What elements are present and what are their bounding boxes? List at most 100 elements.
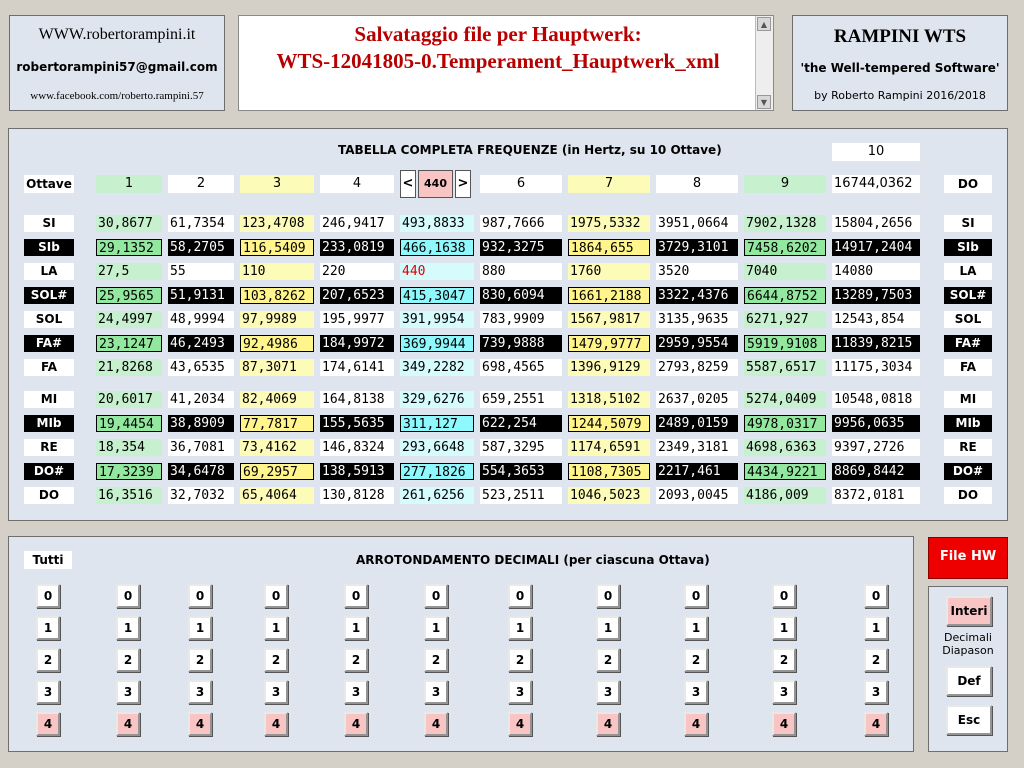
rounding-button-col6-level-4[interactable]: 4 xyxy=(424,712,448,736)
rounding-button-col11-level-0[interactable]: 0 xyxy=(864,584,888,608)
rounding-button-col1-level-4[interactable]: 4 xyxy=(36,712,60,736)
frequency-cell: 195,9977 xyxy=(320,311,394,328)
tutti-label[interactable]: Tutti xyxy=(24,551,72,569)
rounding-button-col9-level-1[interactable]: 1 xyxy=(684,616,708,640)
frequency-cell: 2217,461 xyxy=(656,463,738,480)
rounding-button-col11-level-3[interactable]: 3 xyxy=(864,680,888,704)
rounding-button-col8-level-0[interactable]: 0 xyxy=(596,584,620,608)
frequency-cell: 14080 xyxy=(832,263,920,280)
rounding-button-col10-level-1[interactable]: 1 xyxy=(772,616,796,640)
rounding-button-col2-level-3[interactable]: 3 xyxy=(116,680,140,704)
frequency-cell: 1244,5079 xyxy=(568,415,650,432)
rounding-button-col8-level-3[interactable]: 3 xyxy=(596,680,620,704)
rounding-button-col5-level-0[interactable]: 0 xyxy=(344,584,368,608)
rounding-button-col6-level-0[interactable]: 0 xyxy=(424,584,448,608)
rounding-button-col2-level-4[interactable]: 4 xyxy=(116,712,140,736)
rounding-button-col9-level-3[interactable]: 3 xyxy=(684,680,708,704)
scroll-down-arrow-icon[interactable]: ▼ xyxy=(757,95,771,109)
rounding-button-col5-level-4[interactable]: 4 xyxy=(344,712,368,736)
interi-button[interactable]: Interi xyxy=(946,596,992,626)
rounding-button-col5-level-3[interactable]: 3 xyxy=(344,680,368,704)
rounding-button-col3-level-0[interactable]: 0 xyxy=(188,584,212,608)
rounding-button-col5-level-1[interactable]: 1 xyxy=(344,616,368,640)
frequency-cell: 123,4708 xyxy=(240,215,314,232)
frequency-cell: 61,7354 xyxy=(168,215,234,232)
rounding-button-col8-level-1[interactable]: 1 xyxy=(596,616,620,640)
save-status-textbox[interactable]: Salvataggio file per Hauptwerk: WTS-1204… xyxy=(238,15,774,111)
frequency-cell: 6271,927 xyxy=(744,311,826,328)
rounding-button-col9-level-0[interactable]: 0 xyxy=(684,584,708,608)
frequency-cell: 7902,1328 xyxy=(744,215,826,232)
frequency-cell: 116,5409 xyxy=(240,239,314,256)
frequency-cell: 6644,8752 xyxy=(744,287,826,304)
frequency-cell: 783,9909 xyxy=(480,311,562,328)
note-label-right: FA# xyxy=(944,335,992,352)
def-button[interactable]: Def xyxy=(946,666,992,696)
frequency-cell: 493,8833 xyxy=(400,215,474,232)
note-label-right: SOL xyxy=(944,311,992,328)
rounding-button-col3-level-4[interactable]: 4 xyxy=(188,712,212,736)
rounding-button-col7-level-1[interactable]: 1 xyxy=(508,616,532,640)
diapason-value[interactable]: 440 xyxy=(418,170,453,198)
rounding-button-col3-level-3[interactable]: 3 xyxy=(188,680,212,704)
rounding-button-col1-level-3[interactable]: 3 xyxy=(36,680,60,704)
frequency-cell: 174,6141 xyxy=(320,359,394,376)
frequency-cell: 92,4986 xyxy=(240,335,314,352)
frequency-cell: 43,6535 xyxy=(168,359,234,376)
rounding-button-col10-level-2[interactable]: 2 xyxy=(772,648,796,672)
rounding-button-col10-level-4[interactable]: 4 xyxy=(772,712,796,736)
rounding-button-col1-level-1[interactable]: 1 xyxy=(36,616,60,640)
rounding-button-col10-level-0[interactable]: 0 xyxy=(772,584,796,608)
rounding-button-col7-level-2[interactable]: 2 xyxy=(508,648,532,672)
rounding-button-col8-level-2[interactable]: 2 xyxy=(596,648,620,672)
rounding-button-col10-level-3[interactable]: 3 xyxy=(772,680,796,704)
rounding-button-col1-level-0[interactable]: 0 xyxy=(36,584,60,608)
frequency-cell: 87,3071 xyxy=(240,359,314,376)
rounding-button-col11-level-2[interactable]: 2 xyxy=(864,648,888,672)
rounding-button-col2-level-2[interactable]: 2 xyxy=(116,648,140,672)
diapason-prev-button[interactable]: < xyxy=(400,170,416,198)
note-label-left: FA# xyxy=(24,335,74,352)
rounding-button-col7-level-3[interactable]: 3 xyxy=(508,680,532,704)
rounding-button-col4-level-0[interactable]: 0 xyxy=(264,584,288,608)
rounding-button-col6-level-1[interactable]: 1 xyxy=(424,616,448,640)
diapason-next-button[interactable]: > xyxy=(455,170,471,198)
frequency-cell: 261,6256 xyxy=(400,487,474,504)
rounding-button-col4-level-4[interactable]: 4 xyxy=(264,712,288,736)
rounding-button-col6-level-2[interactable]: 2 xyxy=(424,648,448,672)
rounding-button-col11-level-1[interactable]: 1 xyxy=(864,616,888,640)
rounding-button-col6-level-3[interactable]: 3 xyxy=(424,680,448,704)
rounding-button-col9-level-2[interactable]: 2 xyxy=(684,648,708,672)
decimali-note: Decimali xyxy=(944,631,992,644)
rounding-button-col2-level-1[interactable]: 1 xyxy=(116,616,140,640)
rounding-button-col1-level-2[interactable]: 2 xyxy=(36,648,60,672)
rounding-button-col4-level-1[interactable]: 1 xyxy=(264,616,288,640)
note-label-left: MI xyxy=(24,391,74,408)
file-hw-button[interactable]: File HW xyxy=(928,537,1008,579)
rounding-button-col3-level-1[interactable]: 1 xyxy=(188,616,212,640)
rounding-button-col4-level-2[interactable]: 2 xyxy=(264,648,288,672)
esc-button[interactable]: Esc xyxy=(946,705,992,735)
octave-header-9: 9 xyxy=(744,175,826,193)
rounding-button-col11-level-4[interactable]: 4 xyxy=(864,712,888,736)
note-label-right: LA xyxy=(944,263,992,280)
scroll-up-arrow-icon[interactable]: ▲ xyxy=(757,17,771,31)
frequency-cell: 24,4997 xyxy=(96,311,162,328)
frequency-cell: 246,9417 xyxy=(320,215,394,232)
rounding-button-col7-level-4[interactable]: 4 xyxy=(508,712,532,736)
rounding-button-col5-level-2[interactable]: 2 xyxy=(344,648,368,672)
frequency-cell: 11839,8215 xyxy=(832,335,920,352)
frequency-cell: 103,8262 xyxy=(240,287,314,304)
frequency-cell: 329,6276 xyxy=(400,391,474,408)
rounding-button-col2-level-0[interactable]: 0 xyxy=(116,584,140,608)
rounding-button-col7-level-0[interactable]: 0 xyxy=(508,584,532,608)
rounding-button-col4-level-3[interactable]: 3 xyxy=(264,680,288,704)
rounding-button-col9-level-4[interactable]: 4 xyxy=(684,712,708,736)
frequency-cell: 164,8138 xyxy=(320,391,394,408)
rounding-caption: ARROTONDAMENTO DECIMALI (per ciascuna Ot… xyxy=(356,553,710,567)
frequency-cell: 2349,3181 xyxy=(656,439,738,456)
rounding-button-col8-level-4[interactable]: 4 xyxy=(596,712,620,736)
textbox-scrollbar[interactable]: ▲ ▼ xyxy=(755,16,773,110)
rounding-button-col3-level-2[interactable]: 2 xyxy=(188,648,212,672)
frequency-cell: 2489,0159 xyxy=(656,415,738,432)
